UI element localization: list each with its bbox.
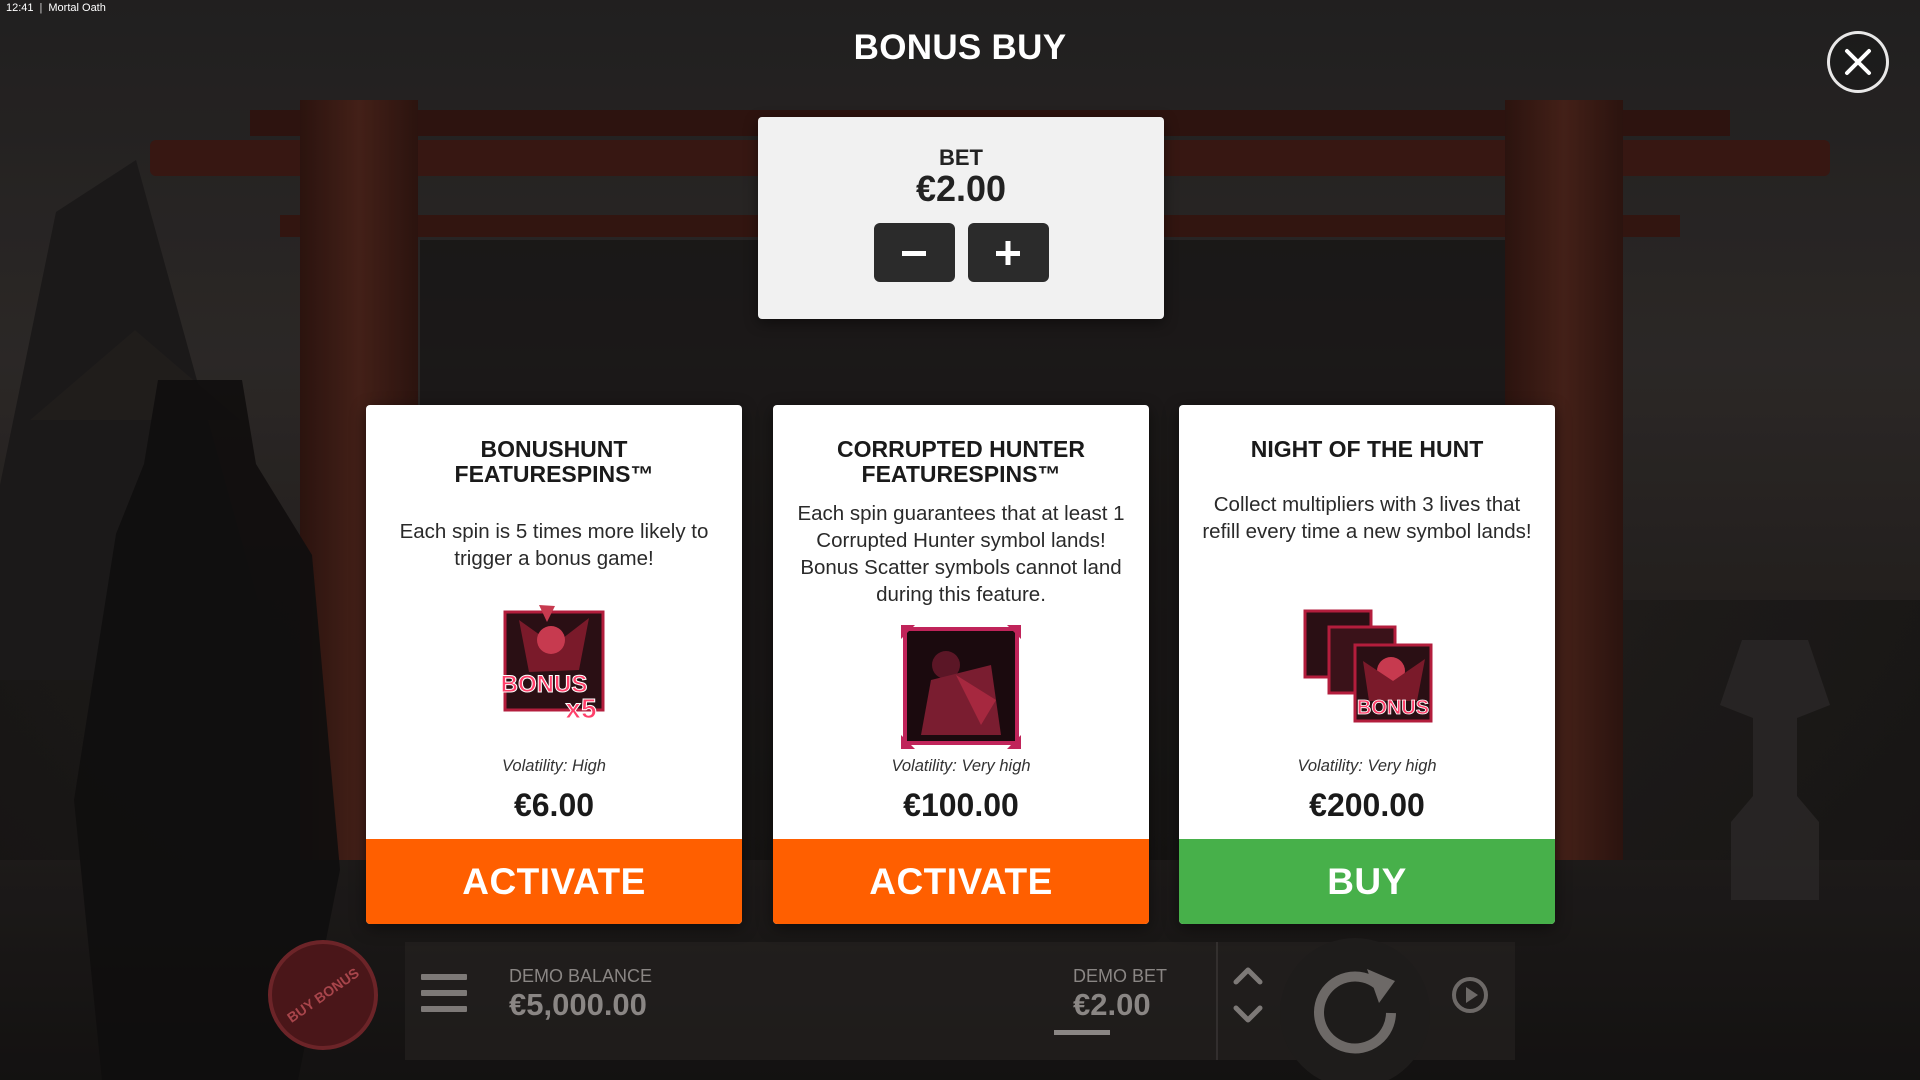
card-price: €100.00 bbox=[903, 787, 1019, 823]
card-price: €200.00 bbox=[1309, 787, 1425, 823]
increase-bet-button[interactable] bbox=[967, 223, 1049, 282]
bet-panel: BET €2.00 bbox=[758, 117, 1164, 319]
hamburger-menu-icon[interactable] bbox=[421, 974, 467, 1012]
activate-button[interactable]: ACTIVATE bbox=[773, 839, 1149, 924]
autoplay-icon[interactable] bbox=[1448, 973, 1492, 1017]
volatility-label: Volatility: Very high bbox=[1297, 757, 1437, 775]
bonus-card-corrupted-hunter: CORRUPTED HUNTER FEATURESPINS™ Each spin… bbox=[773, 405, 1149, 924]
minus-icon bbox=[902, 250, 926, 256]
bet-underline bbox=[1054, 1030, 1110, 1035]
volatility-label: Volatility: High bbox=[502, 757, 606, 775]
status-separator: | bbox=[39, 2, 43, 14]
spin-icon bbox=[1314, 969, 1396, 1054]
card-description: Each spin guarantees that at least 1 Cor… bbox=[797, 502, 1125, 606]
plus-icon bbox=[996, 240, 1020, 265]
card-description: Collect multipliers with 3 lives that re… bbox=[1202, 493, 1532, 543]
bet-stepper-arrows-icon[interactable] bbox=[1230, 960, 1266, 1030]
card-description: Each spin is 5 times more likely to trig… bbox=[399, 520, 709, 570]
svg-text:x5: x5 bbox=[565, 693, 596, 724]
demo-bet-label: DEMO BET bbox=[1073, 966, 1168, 986]
demo-bet-value: €2.00 bbox=[1073, 987, 1151, 1022]
card-title: BONUSHUNT FEATURESPINS™ bbox=[454, 436, 654, 487]
balance-value: €5,000.00 bbox=[509, 987, 647, 1022]
status-bar: 12:41 | Mortal Oath bbox=[0, 0, 112, 18]
buy-button[interactable]: BUY bbox=[1179, 839, 1555, 924]
activate-button[interactable]: ACTIVATE bbox=[366, 839, 742, 924]
status-time: 12:41 bbox=[6, 2, 34, 14]
volatility-label: Volatility: Very high bbox=[891, 757, 1031, 775]
close-button[interactable] bbox=[1827, 31, 1889, 93]
bonus-x5-symbol-icon: BONUS x5 bbox=[500, 605, 605, 725]
page-title: BONUS BUY bbox=[853, 28, 1067, 67]
bonus-card-bonushunt: BONUSHUNT FEATURESPINS™ Each spin is 5 t… bbox=[366, 405, 742, 924]
card-price: €6.00 bbox=[513, 787, 595, 823]
status-app-name: Mortal Oath bbox=[48, 2, 106, 14]
svg-text:BONUS: BONUS bbox=[1357, 697, 1429, 719]
buy-bonus-label: BUY BONUS bbox=[283, 964, 362, 1026]
spin-button[interactable] bbox=[1280, 938, 1430, 1080]
balance-label: DEMO BALANCE bbox=[509, 966, 653, 986]
card-title: NIGHT OF THE HUNT bbox=[1250, 436, 1484, 462]
stacked-bonus-symbols-icon: BONUS bbox=[1303, 609, 1433, 723]
bonus-card-night-of-the-hunt: NIGHT OF THE HUNT Collect multipliers wi… bbox=[1179, 405, 1555, 924]
corrupted-hunter-symbol-icon bbox=[901, 625, 1021, 749]
divider bbox=[1216, 942, 1218, 1060]
close-icon bbox=[1845, 49, 1871, 75]
bet-label: BET bbox=[939, 145, 983, 170]
card-title: CORRUPTED HUNTER FEATURESPINS™ bbox=[837, 436, 1085, 487]
bet-value: €2.00 bbox=[915, 168, 1007, 209]
decrease-bet-button[interactable] bbox=[873, 223, 955, 282]
